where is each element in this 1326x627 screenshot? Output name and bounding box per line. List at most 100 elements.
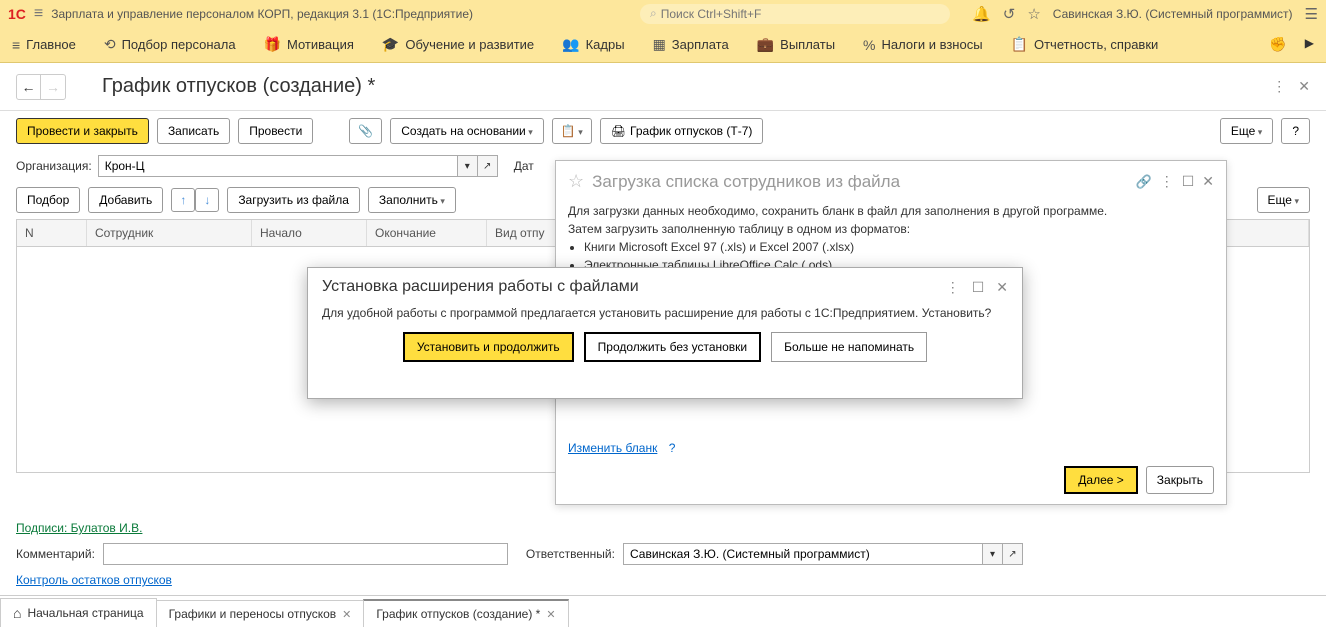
kebab-icon[interactable]: ⋮ [946, 279, 960, 296]
responsible-label: Ответственный: [526, 547, 615, 561]
link-icon[interactable]: 🔗 [1136, 174, 1152, 190]
help-button[interactable]: ? [1281, 118, 1310, 144]
th-end[interactable]: Окончание [367, 220, 487, 246]
kebab-icon[interactable]: ⋮ [1272, 78, 1286, 95]
dropdown-icon[interactable]: ▾ [983, 543, 1003, 565]
actions-more-button[interactable]: Еще [1257, 187, 1310, 213]
user-name[interactable]: Савинская З.Ю. (Системный программист) [1053, 7, 1293, 21]
page-title: График отпусков (создание) * [102, 75, 375, 98]
date-label: Дат [514, 159, 534, 173]
change-template-link[interactable]: Изменить бланк [568, 441, 657, 455]
create-based-button[interactable]: Создать на основании [390, 118, 544, 144]
search-icon: ⌕ [650, 6, 657, 21]
move-down-button[interactable]: ↓ [195, 188, 219, 212]
signatures-link[interactable]: Подписи: Булатов И.В. [16, 521, 142, 535]
maximize-icon[interactable]: ☐ [972, 279, 985, 296]
tab-close-icon[interactable]: ✕ [546, 608, 555, 621]
chevron-right-icon[interactable]: ▶ [1305, 36, 1314, 53]
install-button[interactable]: Установить и продолжить [403, 332, 574, 362]
menu-motivation[interactable]: 🎁Мотивация [264, 36, 354, 53]
home-icon: ⌂ [13, 605, 21, 621]
graduation-icon: 🎓 [382, 36, 399, 53]
tab-close-icon[interactable]: ✕ [342, 608, 351, 621]
control-link[interactable]: Контроль остатков отпусков [16, 573, 172, 587]
briefcase-icon: 💼 [757, 36, 774, 53]
star-icon[interactable]: ☆ [1027, 5, 1040, 23]
menubar: ≡Главное ⟲Подбор персонала 🎁Мотивация 🎓О… [0, 27, 1326, 63]
menu-label: Зарплата [672, 37, 729, 52]
paste-button[interactable]: 📋 [552, 118, 592, 144]
list-icon: ≡ [12, 37, 20, 53]
post-button[interactable]: Провести [238, 118, 313, 144]
maximize-icon[interactable]: ☐ [1182, 173, 1195, 190]
hamburger-icon[interactable]: ≡ [34, 5, 43, 23]
help-icon[interactable]: ? [669, 441, 676, 455]
menu-label: Отчетность, справки [1034, 37, 1158, 52]
nav-back[interactable]: ← [17, 75, 41, 99]
topbar: 1С ≡ Зарплата и управление персоналом КО… [0, 0, 1326, 27]
th-n[interactable]: N [17, 220, 87, 246]
comment-label: Комментарий: [16, 547, 95, 561]
save-button[interactable]: Записать [157, 118, 230, 144]
wizard-close-button[interactable]: Закрыть [1146, 466, 1214, 494]
th-employee[interactable]: Сотрудник [87, 220, 252, 246]
menu-reports[interactable]: 📋 Отчетность, справки [1011, 36, 1159, 53]
attach-button[interactable]: 📎 [349, 118, 382, 144]
history-icon[interactable]: ↺ [1003, 5, 1016, 23]
close-icon[interactable]: ✕ [1298, 78, 1310, 95]
open-icon[interactable]: ↗ [478, 155, 498, 177]
tab-home[interactable]: ⌂ Начальная страница [0, 598, 157, 627]
print-t7-button[interactable]: 🖨График отпусков (Т-7) [600, 118, 764, 144]
menu-icon[interactable]: ☰ [1305, 5, 1318, 23]
close-icon[interactable]: ✕ [1202, 173, 1214, 190]
menu-main[interactable]: ≡ Главное [12, 37, 76, 53]
menu-label: Выплаты [780, 37, 835, 52]
wizard-text: Для загрузки данных необходимо, сохранит… [568, 202, 1214, 220]
tab-schedules[interactable]: Графики и переносы отпусков ✕ [156, 600, 365, 627]
continue-button[interactable]: Продолжить без установки [584, 332, 761, 362]
org-label: Организация: [16, 159, 92, 173]
menu-label: Главное [26, 37, 76, 52]
menu-payments[interactable]: 💼 Выплаты [757, 36, 835, 53]
comment-input[interactable] [103, 543, 508, 565]
wizard-text: Затем загрузить заполненную таблицу в од… [568, 220, 1214, 238]
menu-hr[interactable]: 👥Кадры [562, 36, 624, 53]
wizard-title: Загрузка списка сотрудников из файла [592, 172, 1127, 192]
clipboard-icon: 📋 [1011, 36, 1028, 53]
dropdown-icon[interactable]: ▾ [458, 155, 478, 177]
tab-create-schedule[interactable]: График отпусков (создание) * ✕ [363, 599, 568, 627]
app-title: Зарплата и управление персоналом КОРП, р… [51, 7, 473, 21]
tab-label: График отпусков (создание) * [376, 607, 540, 621]
close-icon[interactable]: ✕ [996, 279, 1008, 296]
never-remind-button[interactable]: Больше не напоминать [771, 332, 927, 362]
menu-label: Подбор персонала [122, 37, 236, 52]
footer-area: Подписи: Булатов И.В. Комментарий: Ответ… [0, 513, 1326, 595]
star-icon[interactable]: ☆ [568, 171, 584, 192]
bell-icon[interactable]: 🔔 [972, 5, 991, 23]
search-input[interactable] [661, 7, 940, 21]
next-button[interactable]: Далее > [1064, 466, 1138, 494]
tabs-bar: ⌂ Начальная страница Графики и переносы … [0, 595, 1326, 627]
select-button[interactable]: Подбор [16, 187, 80, 213]
modal-body: Для удобной работы с программой предлага… [308, 306, 1022, 320]
menu-training[interactable]: 🎓Обучение и развитие [382, 36, 534, 53]
fill-button[interactable]: Заполнить [368, 187, 456, 213]
menu-label: Мотивация [287, 37, 354, 52]
kebab-icon[interactable]: ⋮ [1160, 173, 1174, 190]
menu-taxes[interactable]: %Налоги и взносы [863, 37, 983, 53]
fist-icon[interactable]: ✊ [1269, 36, 1286, 53]
menu-recruitment[interactable]: ⟲Подбор персонала [104, 36, 236, 53]
th-start[interactable]: Начало [252, 220, 367, 246]
move-up-button[interactable]: ↑ [171, 188, 195, 212]
load-file-button[interactable]: Загрузить из файла [227, 187, 360, 213]
add-button[interactable]: Добавить [88, 187, 163, 213]
menu-salary[interactable]: ▦Зарплата [653, 36, 729, 53]
org-input[interactable] [98, 155, 458, 177]
more-button[interactable]: Еще [1220, 118, 1273, 144]
nav-forward[interactable]: → [41, 75, 65, 99]
people-icon: 👥 [562, 36, 579, 53]
search-box[interactable]: ⌕ [640, 4, 950, 24]
post-close-button[interactable]: Провести и закрыть [16, 118, 149, 144]
responsible-input[interactable] [623, 543, 983, 565]
open-icon[interactable]: ↗ [1003, 543, 1023, 565]
